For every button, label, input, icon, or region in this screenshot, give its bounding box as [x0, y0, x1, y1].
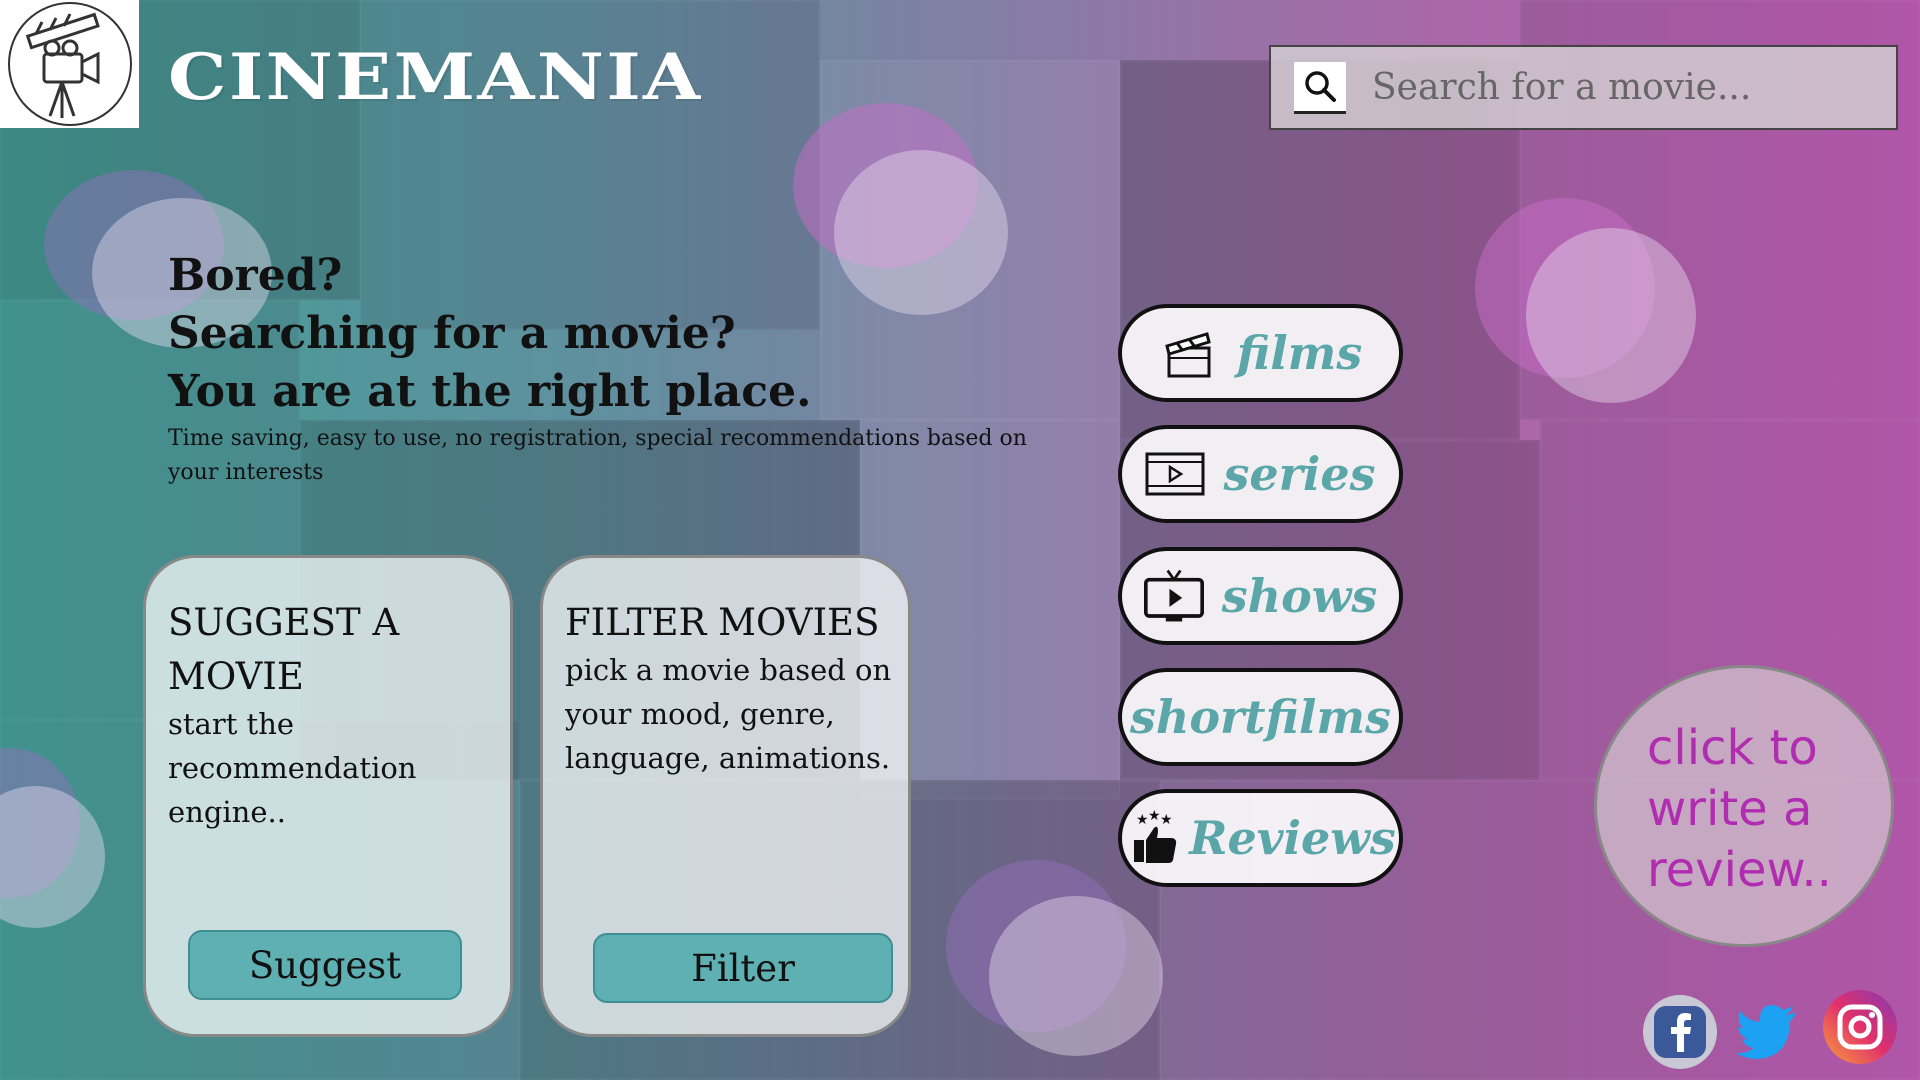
- svg-text:★: ★: [1148, 810, 1161, 824]
- svg-text:★: ★: [1136, 812, 1149, 828]
- facebook-icon[interactable]: [1643, 995, 1717, 1069]
- decor-bubble: [834, 150, 1008, 315]
- search-bar[interactable]: [1269, 45, 1898, 130]
- suggest-card-description: start the recommendation engine..: [168, 707, 417, 829]
- film-strip-play-icon: [1145, 446, 1205, 502]
- nav-shortfilms[interactable]: shortfilms: [1118, 668, 1403, 766]
- clapperboard-icon: [1159, 325, 1219, 381]
- filter-card-description: pick a movie based on your mood, genre, …: [565, 653, 892, 775]
- decor-bubble: [989, 896, 1163, 1056]
- search-icon[interactable]: [1294, 61, 1346, 114]
- nav-shows-label: shows: [1221, 569, 1378, 623]
- write-review-button[interactable]: click to write a review..: [1594, 665, 1894, 947]
- nav-films-label: films: [1236, 326, 1363, 380]
- filter-button[interactable]: Filter: [593, 933, 893, 1003]
- nav-series[interactable]: series: [1118, 425, 1403, 523]
- nav-reviews-label: Reviews: [1189, 811, 1396, 865]
- filter-movies-card: FILTER MOVIES pick a movie based on your…: [540, 555, 911, 1037]
- nav-shortfilms-label: shortfilms: [1130, 690, 1391, 744]
- suggest-movie-card: SUGGEST A MOVIE start the recommendation…: [143, 555, 513, 1037]
- tv-play-icon: [1143, 568, 1204, 624]
- suggest-card-title: SUGGEST A MOVIE: [168, 601, 400, 698]
- nav-films[interactable]: films: [1118, 304, 1403, 402]
- brand-title: CINEMANIA: [168, 40, 703, 115]
- svg-text:★: ★: [1160, 812, 1173, 828]
- hero-heading-line3: You are at the right place.: [168, 366, 812, 417]
- suggest-button[interactable]: Suggest: [188, 930, 462, 1000]
- nav-shows[interactable]: shows: [1118, 547, 1403, 645]
- nav-series-label: series: [1223, 447, 1376, 501]
- twitter-icon[interactable]: [1731, 995, 1805, 1069]
- instagram-icon[interactable]: [1823, 990, 1897, 1064]
- hero-heading-line2: Searching for a movie?: [168, 308, 736, 359]
- camera-logo-icon: [7, 2, 132, 126]
- search-input[interactable]: [1372, 57, 1896, 118]
- logo[interactable]: [0, 0, 139, 128]
- nav-reviews[interactable]: ★ ★ ★ Reviews: [1118, 789, 1403, 887]
- hero-subtitle: Time saving, easy to use, no registratio…: [168, 426, 1027, 485]
- write-review-label: click to write a review..: [1647, 720, 1832, 898]
- hero-heading-line1: Bored?: [168, 250, 343, 301]
- thumbs-up-stars-icon: ★ ★ ★: [1125, 810, 1185, 866]
- decor-bubble: [1526, 228, 1696, 403]
- filter-card-title: FILTER MOVIES: [565, 601, 880, 644]
